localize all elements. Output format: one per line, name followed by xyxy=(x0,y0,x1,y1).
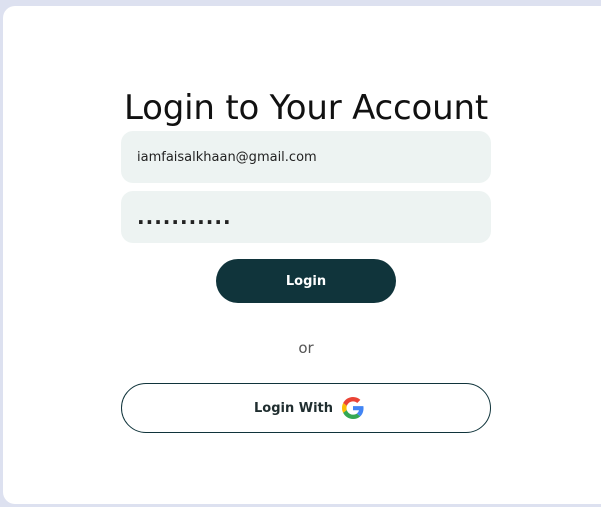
password-field[interactable]: ........... xyxy=(121,191,491,243)
login-button[interactable]: Login xyxy=(216,259,396,303)
password-mask: ........... xyxy=(137,205,232,229)
google-icon xyxy=(342,397,364,419)
page-title: Login to Your Account xyxy=(124,88,488,128)
or-divider: or xyxy=(298,339,314,357)
google-button-label: Login With xyxy=(253,400,334,416)
email-field[interactable] xyxy=(121,131,491,183)
login-card: Login to Your Account ........... Login … xyxy=(3,6,601,504)
login-with-google-button[interactable]: Login With xyxy=(121,383,491,433)
